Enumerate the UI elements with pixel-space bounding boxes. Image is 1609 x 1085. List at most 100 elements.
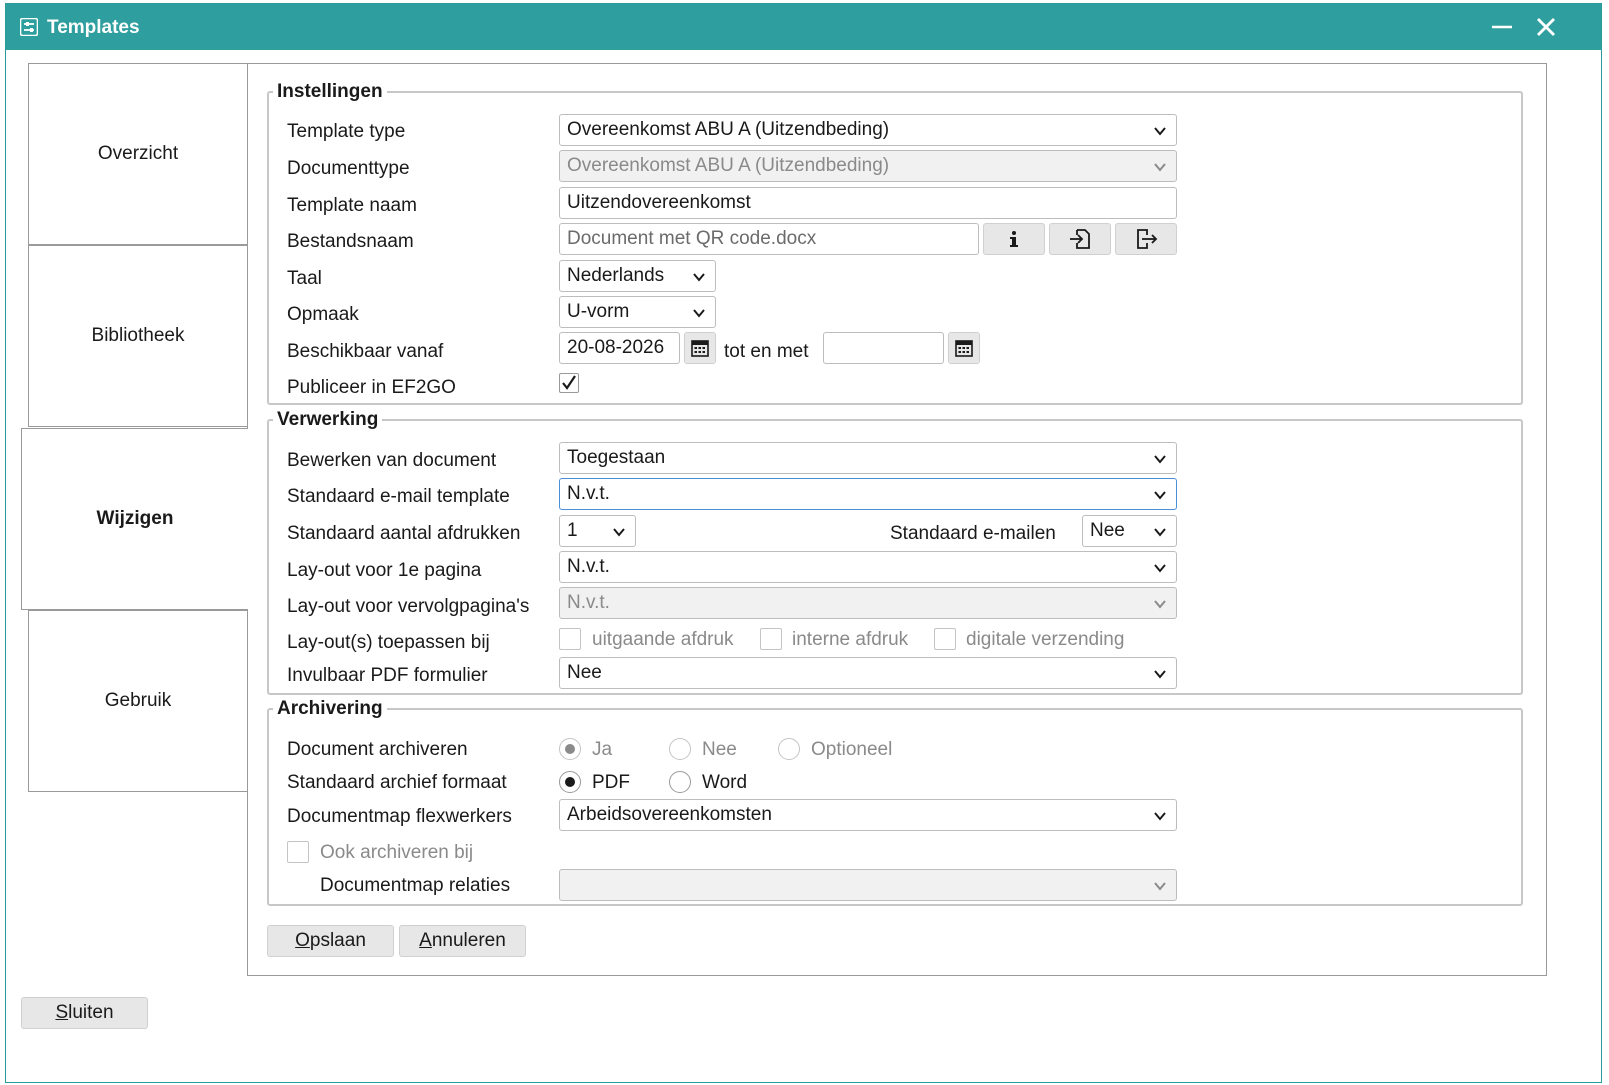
- cancel-button[interactable]: Annuleren: [399, 925, 526, 957]
- archiveren-nee-label: Nee: [702, 739, 737, 760]
- tot-en-met-label: tot en met: [724, 341, 809, 362]
- checkmark-icon: [562, 375, 576, 390]
- pdf-formulier-label: Invulbaar PDF formulier: [287, 665, 488, 686]
- afdrukken-select[interactable]: 1: [559, 515, 636, 547]
- archiveren-label: Document archiveren: [287, 739, 468, 760]
- chevron-down-icon: [1154, 455, 1166, 464]
- template-naam-value: Uitzendovereenkomst: [567, 192, 751, 213]
- chevron-down-icon: [1154, 491, 1166, 500]
- layout-eerste-select[interactable]: N.v.t.: [559, 551, 1177, 583]
- archiveren-optioneel-label: Optioneel: [811, 739, 893, 760]
- interne-afdruk-label: interne afdruk: [792, 629, 909, 650]
- afdrukken-value: 1: [567, 520, 578, 541]
- layout-vervolg-label: Lay-out voor vervolgpagina's: [287, 596, 530, 617]
- chevron-down-icon: [1154, 163, 1166, 172]
- calendar-icon: [691, 340, 709, 357]
- chevron-down-icon: [613, 528, 625, 537]
- import-button[interactable]: [1049, 223, 1111, 255]
- pdf-formulier-select[interactable]: Nee: [559, 657, 1177, 689]
- template-naam-label: Template naam: [287, 195, 417, 216]
- app-icon: [20, 18, 38, 36]
- tab-bibliotheek[interactable]: Bibliotheek: [28, 245, 248, 427]
- beschikbaar-vanaf-value: 20-08-2026: [567, 337, 665, 358]
- publiceer-checkbox[interactable]: [559, 373, 579, 393]
- tab-label: Bibliotheek: [91, 325, 185, 346]
- opmaak-value: U-vorm: [567, 301, 630, 322]
- cancel-button-label: Annuleren: [419, 930, 506, 951]
- template-type-select[interactable]: Overeenkomst ABU A (Uitzendbeding): [559, 114, 1177, 146]
- chevron-down-icon: [693, 309, 705, 318]
- publiceer-label: Publiceer in EF2GO: [287, 377, 456, 398]
- map-relaties-select: [559, 869, 1177, 901]
- chevron-down-icon: [1154, 528, 1166, 537]
- save-button[interactable]: Opslaan: [267, 925, 394, 957]
- layout-eerste-label: Lay-out voor 1e pagina: [287, 560, 482, 581]
- template-type-value: Overeenkomst ABU A (Uitzendbeding): [567, 119, 890, 140]
- email-template-label: Standaard e-mail template: [287, 486, 510, 507]
- date-picker-from-button[interactable]: [684, 332, 716, 364]
- tab-gebruik[interactable]: Gebruik: [28, 610, 248, 792]
- pdf-formulier-value: Nee: [567, 662, 602, 683]
- emailen-value: Nee: [1090, 520, 1125, 541]
- formaat-pdf-label: PDF: [592, 772, 630, 793]
- beschikbaar-vanaf-input[interactable]: 20-08-2026: [559, 332, 680, 364]
- template-naam-input[interactable]: Uitzendovereenkomst: [559, 187, 1177, 219]
- info-icon: [1010, 231, 1018, 247]
- bestandsnaam-label: Bestandsnaam: [287, 231, 414, 252]
- chevron-down-icon: [1154, 812, 1166, 821]
- ook-archiveren-checkbox: [287, 841, 309, 863]
- opmaak-label: Opmaak: [287, 304, 359, 325]
- verwerking-group: Verwerking Bewerken van document Toegest…: [267, 409, 1523, 695]
- email-template-select[interactable]: N.v.t.: [559, 478, 1177, 510]
- email-template-value: N.v.t.: [567, 483, 610, 504]
- archivering-legend: Archivering: [277, 698, 383, 719]
- close-button-label: Sluiten: [55, 1002, 114, 1023]
- emailen-select[interactable]: Nee: [1082, 515, 1177, 547]
- layout-eerste-value: N.v.t.: [567, 556, 610, 577]
- chevron-down-icon: [1154, 600, 1166, 609]
- taal-value: Nederlands: [567, 265, 665, 286]
- toepassen-label: Lay-out(s) toepassen bij: [287, 632, 490, 653]
- tab-label: Overzicht: [97, 143, 179, 164]
- bewerken-label: Bewerken van document: [287, 450, 497, 471]
- close-button[interactable]: Sluiten: [21, 997, 148, 1029]
- documenttype-select: Overeenkomst ABU A (Uitzendbeding): [559, 150, 1177, 182]
- archiveren-ja-label: Ja: [592, 739, 613, 760]
- template-type-label: Template type: [287, 121, 406, 142]
- formaat-pdf-radio[interactable]: [559, 771, 581, 793]
- verwerking-legend: Verwerking: [277, 409, 379, 430]
- chevron-down-icon: [1154, 882, 1166, 891]
- map-flexwerkers-label: Documentmap flexwerkers: [287, 806, 512, 827]
- documenttype-label: Documenttype: [287, 158, 410, 179]
- chevron-down-icon: [1154, 127, 1166, 136]
- info-button[interactable]: [983, 223, 1045, 255]
- title-bar: Templates: [6, 4, 1601, 50]
- opmaak-select[interactable]: U-vorm: [559, 296, 716, 328]
- close-icon[interactable]: [1532, 14, 1560, 40]
- date-picker-to-button[interactable]: [948, 332, 980, 364]
- bestandsnaam-placeholder: Document met QR code.docx: [567, 228, 817, 249]
- minimize-icon[interactable]: [1488, 14, 1516, 40]
- map-flexwerkers-select[interactable]: Arbeidsovereenkomsten: [559, 799, 1177, 831]
- formaat-word-radio[interactable]: [669, 771, 691, 793]
- tab-wijzigen[interactable]: Wijzigen: [21, 428, 248, 610]
- tab-label: Gebruik: [104, 690, 172, 711]
- formaat-label: Standaard archief formaat: [287, 772, 507, 793]
- taal-select[interactable]: Nederlands: [559, 260, 716, 292]
- interne-afdruk-checkbox: [760, 628, 782, 650]
- bestandsnaam-input[interactable]: Document met QR code.docx: [559, 223, 979, 255]
- export-button[interactable]: [1115, 223, 1177, 255]
- bewerken-value: Toegestaan: [567, 447, 666, 468]
- beschikbaar-tot-input[interactable]: [823, 332, 944, 364]
- layout-vervolg-value: N.v.t.: [567, 592, 610, 613]
- window-title: Templates: [47, 17, 140, 38]
- uitgaande-afdruk-checkbox: [559, 628, 581, 650]
- file-import-icon: [1070, 229, 1090, 249]
- chevron-down-icon: [693, 273, 705, 282]
- formaat-word-label: Word: [702, 772, 748, 793]
- emailen-label: Standaard e-mailen: [890, 523, 1056, 544]
- digitale-verzending-checkbox: [934, 628, 956, 650]
- bewerken-select[interactable]: Toegestaan: [559, 442, 1177, 474]
- tab-overzicht[interactable]: Overzicht: [28, 63, 248, 245]
- calendar-icon: [955, 340, 973, 357]
